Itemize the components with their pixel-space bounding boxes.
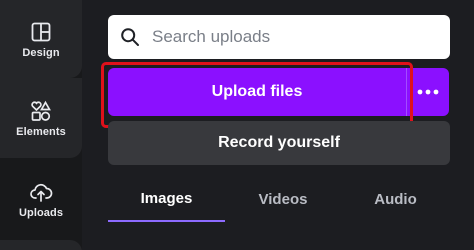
sidebar-item-label: Uploads [18,206,64,219]
upload-more-button[interactable] [407,68,449,116]
tab-label: Images [140,189,193,207]
tab-images[interactable]: Images [108,176,225,222]
tab-videos[interactable]: Videos [225,176,341,222]
sidebar-item-label: Design [22,46,60,59]
side-rail: Design Elements Uploads [0,0,82,250]
record-yourself-button[interactable]: Record yourself [108,121,450,165]
upload-files-button[interactable]: Upload files [108,68,406,116]
ellipsis-icon [417,89,439,95]
tab-label: Audio [374,190,417,208]
sidebar-item-uploads[interactable]: Uploads [0,158,82,240]
sidebar-item-label: Elements [16,125,66,138]
uploads-panel: Upload files Record yourself Images Vide… [82,0,474,250]
cloud-upload-icon [30,183,53,202]
media-tabs: Images Videos Audio [108,176,450,222]
search-input[interactable] [152,27,412,47]
shapes-icon [31,100,51,121]
upload-button-group: Upload files [108,68,449,116]
record-yourself-label: Record yourself [218,134,340,151]
search-icon [121,28,139,46]
tab-audio[interactable]: Audio [341,176,450,222]
sidebar-item-elements[interactable]: Elements [0,78,82,158]
upload-files-label: Upload files [211,83,303,100]
design-layout-icon [31,22,51,41]
uploads-content-area [108,238,450,250]
tab-label: Videos [258,190,308,208]
search-box[interactable] [108,15,450,59]
sidebar-item-next[interactable] [0,240,82,250]
sidebar-item-design[interactable]: Design [0,0,82,78]
editor-root: Design Elements Uploads Search uploads U… [0,0,474,250]
